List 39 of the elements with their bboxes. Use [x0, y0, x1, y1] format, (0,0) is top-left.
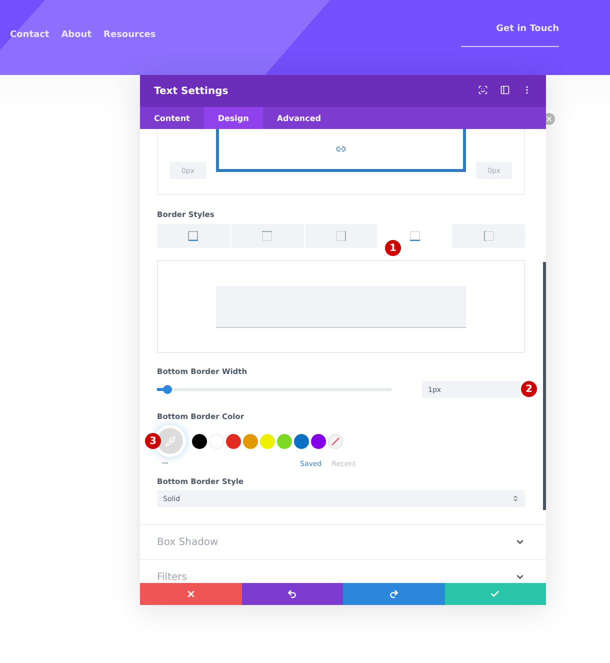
color-picker-button[interactable] [157, 428, 183, 454]
color-swatch[interactable] [311, 434, 326, 448]
color-swatch[interactable] [294, 434, 309, 448]
border-side-icon [484, 231, 494, 241]
close-icon [186, 589, 196, 599]
chevron-icon [515, 572, 525, 582]
link-icon[interactable] [336, 144, 346, 154]
step-marker: 2 [521, 381, 537, 397]
color-swatch[interactable] [226, 434, 241, 448]
color-swatch[interactable] [192, 434, 207, 448]
modal-tab[interactable]: Content [140, 107, 204, 129]
redo-icon [388, 589, 399, 599]
focus-icon[interactable] [478, 85, 490, 97]
eyedropper-icon [164, 436, 176, 446]
border-side-icon [188, 231, 198, 241]
nav-link[interactable]: Resources [104, 30, 156, 40]
color-swatch[interactable] [243, 434, 258, 448]
no-color-icon[interactable] [328, 434, 343, 448]
border-side-icon [410, 231, 420, 241]
color-swatch[interactable] [277, 434, 292, 448]
modal-tab[interactable]: Advanced [262, 107, 335, 129]
scrollbar[interactable] [543, 262, 546, 510]
modal-tab[interactable]: Design [204, 107, 263, 129]
sidebar-icon[interactable] [500, 85, 512, 97]
undo-icon [287, 589, 298, 599]
step-marker: 1 [385, 240, 401, 256]
border-side-icon [262, 231, 272, 241]
check-icon [490, 589, 500, 599]
cta-link[interactable]: Get in Touch [461, 24, 559, 47]
step-marker: 3 [145, 433, 161, 449]
select-arrows-icon [512, 495, 519, 502]
nav-link[interactable]: Contact [10, 30, 50, 40]
modal-title: Text Settings [154, 86, 230, 96]
slider-thumb[interactable] [163, 385, 172, 394]
color-swatch[interactable] [260, 434, 275, 448]
section-header[interactable]: Box Shadow [140, 524, 546, 559]
nav-link[interactable]: About [61, 30, 92, 40]
chevron-icon [515, 537, 525, 547]
border-side-icon [336, 231, 346, 241]
